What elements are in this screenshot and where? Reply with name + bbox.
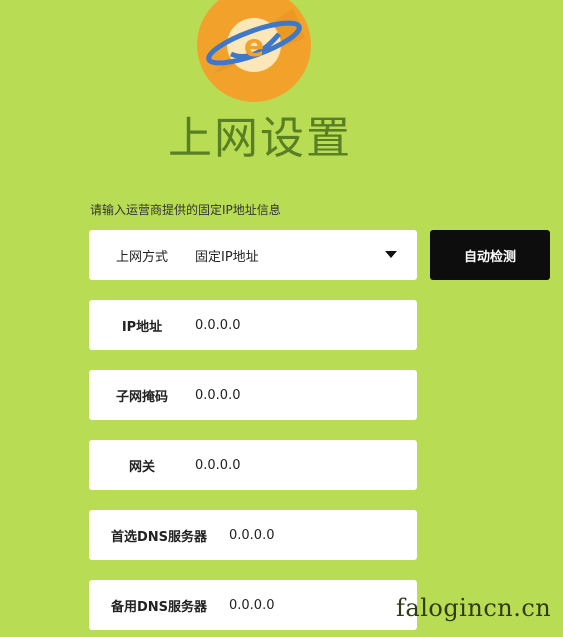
gateway-label: 网关 <box>128 459 155 475</box>
svg-text:e: e <box>244 29 264 64</box>
subnet-mask-value[interactable]: 0.0.0.0 <box>195 388 240 403</box>
caret-down-icon[interactable] <box>385 251 397 258</box>
ip-address-label: IP地址 <box>121 319 163 335</box>
connection-type-select[interactable]: 上网方式 固定IP地址 <box>89 230 417 280</box>
gateway-value[interactable]: 0.0.0.0 <box>195 458 240 473</box>
primary-dns-field[interactable]: 首选DNS服务器 0.0.0.0 <box>89 510 417 560</box>
page-title: 上网设置 <box>168 113 352 164</box>
ip-address-value[interactable]: 0.0.0.0 <box>195 318 240 333</box>
subnet-mask-label: 子网掩码 <box>115 389 168 405</box>
gateway-field[interactable]: 网关 0.0.0.0 <box>89 440 417 490</box>
secondary-dns-label: 备用DNS服务器 <box>110 599 208 615</box>
globe-e-logo-icon: e <box>195 0 313 104</box>
secondary-dns-field[interactable]: 备用DNS服务器 0.0.0.0 <box>89 580 417 630</box>
subnet-mask-field[interactable]: 子网掩码 0.0.0.0 <box>89 370 417 420</box>
connection-type-label: 上网方式 <box>115 249 168 265</box>
secondary-dns-value[interactable]: 0.0.0.0 <box>229 598 274 613</box>
primary-dns-value[interactable]: 0.0.0.0 <box>229 528 274 543</box>
ip-address-field[interactable]: IP地址 0.0.0.0 <box>89 300 417 350</box>
auto-detect-button[interactable]: 自动检测 <box>430 230 550 280</box>
connection-type-value: 固定IP地址 <box>195 249 259 265</box>
watermark-text: falogincn.cn <box>396 594 552 622</box>
instruction-text: 请输入运营商提供的固定IP地址信息 <box>90 203 281 217</box>
primary-dns-label: 首选DNS服务器 <box>110 529 208 545</box>
